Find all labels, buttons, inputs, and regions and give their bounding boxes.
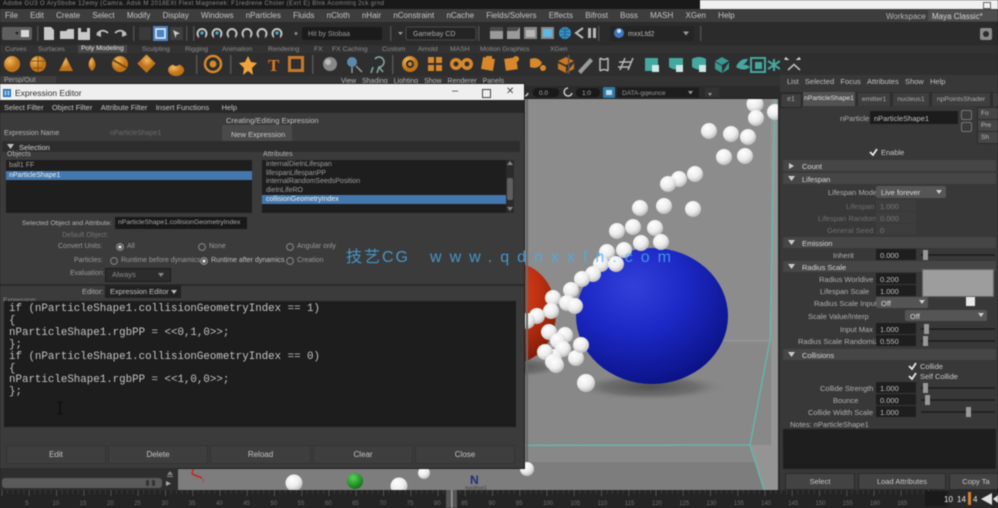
svg-text:70: 70	[380, 501, 387, 507]
svg-text:Hit by Stobaa: Hit by Stobaa	[308, 31, 350, 38]
svg-text:145: 145	[788, 501, 799, 507]
svg-text:75: 75	[407, 501, 414, 507]
svg-text:35: 35	[189, 501, 196, 507]
svg-text:1:0: 1:0	[582, 90, 591, 97]
svg-text:85: 85	[461, 501, 468, 507]
svg-text:mxxLtd2: mxxLtd2	[628, 31, 655, 38]
svg-text:125: 125	[679, 501, 690, 507]
svg-text:10: 10	[53, 501, 60, 507]
svg-text:90: 90	[489, 501, 496, 507]
svg-text:160: 160	[870, 501, 881, 507]
svg-text:20: 20	[107, 501, 114, 507]
svg-text:10: 10	[944, 495, 953, 504]
svg-text:Gamebay CD: Gamebay CD	[413, 31, 455, 38]
svg-text:65: 65	[352, 501, 359, 507]
svg-text:30: 30	[162, 501, 169, 507]
svg-text:0.0: 0.0	[539, 90, 548, 97]
svg-text:25: 25	[134, 501, 141, 507]
svg-text:130: 130	[707, 501, 718, 507]
svg-text:DATA-gqeunce: DATA-gqeunce	[622, 90, 666, 97]
svg-text:165: 165	[897, 501, 908, 507]
svg-text:40: 40	[216, 501, 223, 507]
svg-text:120: 120	[652, 501, 663, 507]
svg-text:150: 150	[816, 501, 827, 507]
svg-text:105: 105	[570, 501, 581, 507]
svg-text:80: 80	[434, 501, 441, 507]
svg-text:140: 140	[761, 501, 772, 507]
svg-text:155: 155	[843, 501, 854, 507]
svg-text:115: 115	[625, 501, 635, 507]
svg-text:14: 14	[957, 495, 966, 504]
svg-text:95: 95	[516, 501, 523, 507]
svg-text:T: T	[268, 56, 280, 75]
svg-text:60: 60	[325, 501, 332, 507]
svg-text:135: 135	[734, 501, 745, 507]
svg-text:110: 110	[598, 501, 608, 507]
svg-text:50: 50	[271, 501, 278, 507]
svg-text:100: 100	[543, 501, 554, 507]
svg-text:45: 45	[243, 501, 250, 507]
svg-text:4: 4	[973, 495, 978, 504]
svg-text:55: 55	[298, 501, 305, 507]
svg-text:15: 15	[80, 501, 87, 507]
